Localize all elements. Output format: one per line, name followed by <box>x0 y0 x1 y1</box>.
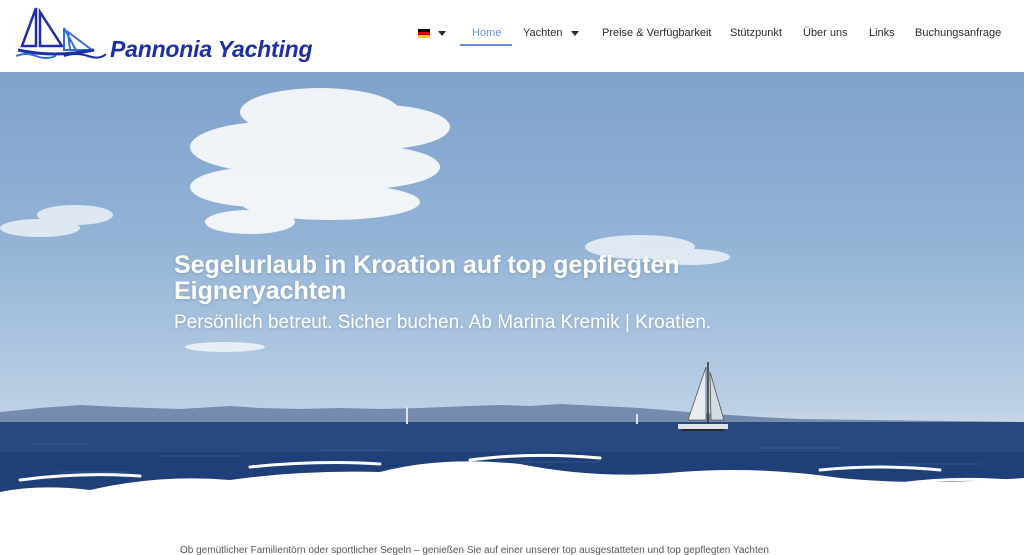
site-header: Pannonia Yachting Home Yachten Preise & … <box>0 0 1024 72</box>
intro-paragraph: Ob gemütlicher Familientörn oder sportli… <box>180 545 769 555</box>
hero-section: Segelurlaub in Kroation auf top gepflegt… <box>0 72 1024 555</box>
nav-item-buchungsanfrage[interactable]: Buchungsanfrage <box>915 25 1001 41</box>
nav-item-preise[interactable]: Preise & Verfügbarkeit <box>602 25 711 41</box>
nav-item-label: Yachten <box>523 27 563 39</box>
nav-item-home[interactable]: Home <box>472 25 501 41</box>
language-switcher[interactable] <box>418 25 446 41</box>
active-nav-indicator <box>460 44 512 46</box>
hero-headline: Segelurlaub in Kroation auf top gepflegt… <box>174 251 680 305</box>
nav-item-ueber-uns[interactable]: Über uns <box>803 25 848 41</box>
nav-item-yachten[interactable]: Yachten <box>523 25 579 41</box>
nav-item-links[interactable]: Links <box>869 25 895 41</box>
hero-subline: Persönlich betreut. Sicher buchen. Ab Ma… <box>174 312 712 333</box>
nav-item-stuetzpunkt[interactable]: Stützpunkt <box>730 25 782 41</box>
chevron-down-icon <box>570 30 579 36</box>
german-flag-icon <box>418 28 430 38</box>
chevron-down-icon <box>438 30 446 36</box>
main-navigation: Home Yachten Preise & Verfügbarkeit Stüt… <box>0 0 1024 72</box>
